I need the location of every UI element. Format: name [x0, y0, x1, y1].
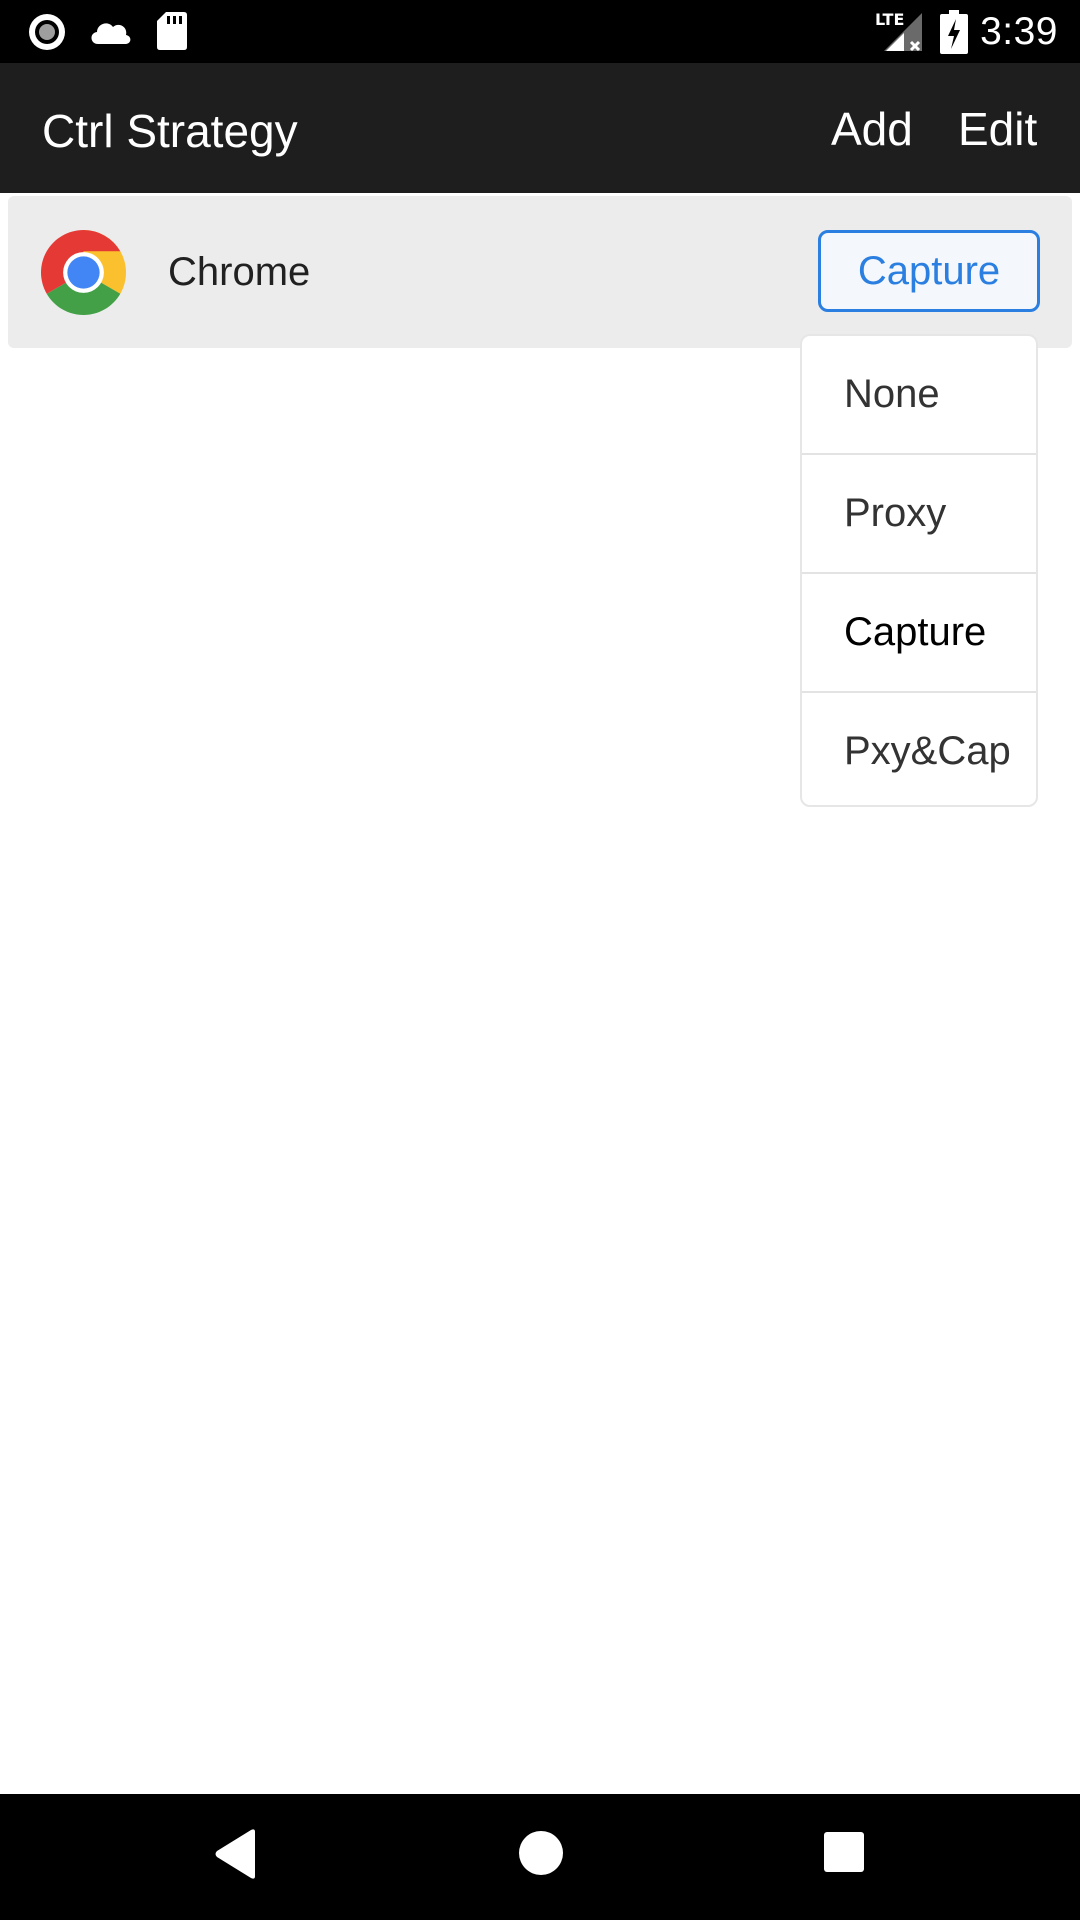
chrome-icon: [41, 230, 126, 315]
home-icon[interactable]: [518, 1830, 564, 1876]
svg-text:LTE: LTE: [875, 10, 904, 29]
dropdown-option-none[interactable]: None: [802, 336, 1036, 455]
battery-charging-icon: [940, 10, 968, 54]
edit-button[interactable]: Edit: [958, 101, 1037, 157]
back-icon[interactable]: [213, 1828, 259, 1880]
status-time: 3:39: [980, 10, 1058, 53]
strategy-select-button[interactable]: Capture: [818, 230, 1040, 312]
record-icon: [29, 14, 65, 50]
dropdown-option-proxy[interactable]: Proxy: [802, 455, 1036, 574]
dropdown-option-pxy-cap[interactable]: Pxy&Cap: [802, 693, 1036, 805]
strategy-dropdown-menu: None Proxy Capture Pxy&Cap: [800, 334, 1038, 807]
screen: LTE 3:39 Ctrl Strategy Add Edit Chrome C…: [0, 0, 1080, 1920]
add-button[interactable]: Add: [831, 101, 913, 157]
dropdown-option-capture[interactable]: Capture: [802, 574, 1036, 693]
app-name: Chrome: [168, 250, 311, 294]
status-bar: LTE 3:39: [0, 0, 1080, 63]
cloud-icon: [91, 23, 131, 44]
lte-signal-icon: LTE: [875, 10, 922, 52]
sd-card-icon: [157, 12, 187, 50]
recents-icon[interactable]: [823, 1831, 865, 1873]
list-item[interactable]: Chrome Capture: [8, 196, 1072, 348]
navigation-bar: [0, 1794, 1080, 1920]
page-title: Ctrl Strategy: [42, 105, 298, 157]
app-bar: Ctrl Strategy Add Edit: [0, 63, 1080, 193]
